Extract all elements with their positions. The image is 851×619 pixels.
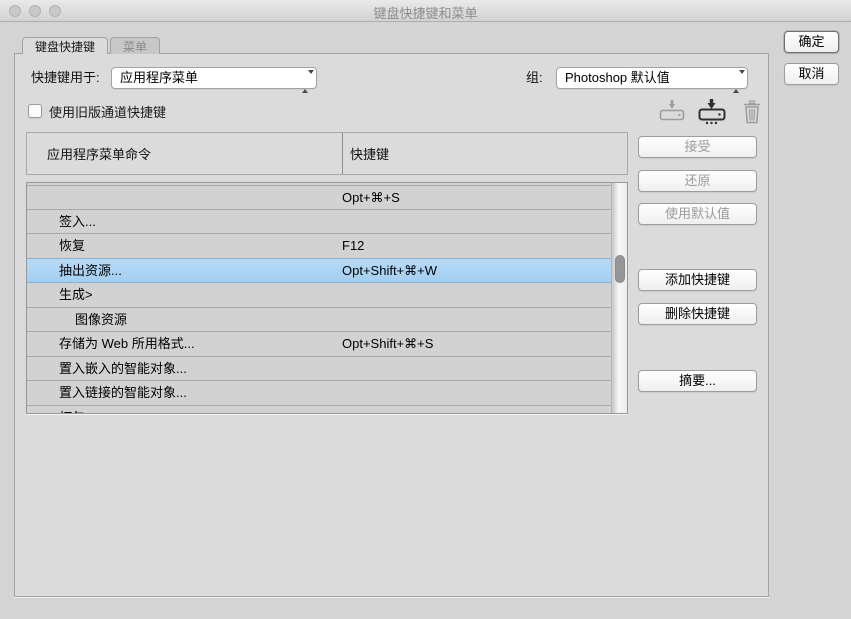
- shortcut-cell: F12: [342, 234, 364, 258]
- delete-set-icon[interactable]: [736, 99, 768, 125]
- chevron-updown-icon: [733, 72, 740, 92]
- shortcut-cell: Opt+Shift+⌘+S: [342, 332, 433, 356]
- command-column-header: 应用程序菜单命令: [47, 133, 151, 176]
- cancel-button[interactable]: 取消: [784, 63, 839, 85]
- table-row[interactable]: 存储为 Web 所用格式... Opt+Shift+⌘+S: [27, 332, 627, 357]
- undo-button[interactable]: 还原: [638, 170, 757, 192]
- table-header: 应用程序菜单命令 快捷键: [26, 132, 628, 175]
- shortcut-cell: Opt+Shift+⌘+W: [342, 259, 437, 283]
- save-set-icon[interactable]: [656, 99, 688, 125]
- shortcut-cell: Opt+⌘+S: [342, 186, 400, 210]
- table-row[interactable]: Opt+⌘+S: [27, 185, 627, 210]
- scrollbar-thumb[interactable]: [615, 255, 625, 283]
- set-label: 组:: [526, 67, 543, 89]
- legacy-shortcuts-label: 使用旧版通道快捷键: [49, 102, 166, 121]
- command-cell: 恢复: [59, 234, 85, 258]
- summarize-button[interactable]: 摘要...: [638, 370, 757, 392]
- set-value: Photoshop 默认值: [565, 70, 670, 85]
- table-row[interactable]: 打包...: [27, 406, 627, 414]
- shortcut-list: Opt+⌘+S 签入... 恢复 F12 抽出资源... Opt+Shift+⌘…: [26, 182, 628, 414]
- dialog-panel: 快捷键用于: 应用程序菜单 组: Photoshop 默认值 使用旧版通道快捷键: [14, 53, 769, 597]
- legacy-shortcuts-row: 使用旧版通道快捷键: [28, 103, 166, 119]
- table-row[interactable]: 生成>: [27, 283, 627, 308]
- shortcut-column-header: 快捷键: [350, 133, 389, 176]
- table-row[interactable]: 置入嵌入的智能对象...: [27, 357, 627, 382]
- command-cell: 生成>: [59, 283, 93, 307]
- legacy-shortcuts-checkbox[interactable]: [28, 104, 42, 118]
- command-cell: 置入嵌入的智能对象...: [59, 357, 187, 381]
- accept-button[interactable]: 接受: [638, 136, 757, 158]
- window-title: 键盘快捷键和菜单: [0, 3, 851, 22]
- tab-bar: 键盘快捷键 菜单: [22, 37, 162, 54]
- add-shortcut-button[interactable]: 添加快捷键: [638, 269, 757, 291]
- table-row[interactable]: 图像资源: [27, 308, 627, 333]
- vertical-scrollbar[interactable]: [611, 183, 627, 413]
- command-cell: 置入链接的智能对象...: [59, 381, 187, 405]
- command-cell: 签入...: [59, 210, 96, 234]
- table-row[interactable]: 恢复 F12: [27, 234, 627, 259]
- tab-menus[interactable]: 菜单: [110, 37, 160, 54]
- set-select[interactable]: Photoshop 默认值: [556, 67, 748, 89]
- command-cell: 存储为 Web 所用格式...: [59, 332, 195, 356]
- table-row[interactable]: 签入...: [27, 210, 627, 235]
- save-new-set-icon[interactable]: [696, 99, 728, 125]
- table-row[interactable]: 抽出资源... Opt+Shift+⌘+W: [27, 258, 627, 284]
- delete-shortcut-button[interactable]: 删除快捷键: [638, 303, 757, 325]
- shortcuts-for-value: 应用程序菜单: [120, 70, 198, 85]
- command-cell: 打包...: [59, 406, 96, 414]
- shortcut-list-rows: Opt+⌘+S 签入... 恢复 F12 抽出资源... Opt+Shift+⌘…: [27, 185, 627, 413]
- tab-keyboard-shortcuts[interactable]: 键盘快捷键: [22, 37, 108, 54]
- ok-button[interactable]: 确定: [784, 31, 839, 53]
- set-actions: [656, 98, 768, 126]
- shortcuts-for-select[interactable]: 应用程序菜单: [111, 67, 317, 89]
- command-cell: 抽出资源...: [59, 259, 122, 283]
- table-row[interactable]: 置入链接的智能对象...: [27, 381, 627, 406]
- shortcuts-for-label: 快捷键用于:: [31, 67, 100, 89]
- command-cell: 图像资源: [75, 308, 127, 332]
- use-default-button[interactable]: 使用默认值: [638, 203, 757, 225]
- chevron-updown-icon: [302, 72, 309, 92]
- column-divider: [342, 133, 343, 174]
- title-bar: 键盘快捷键和菜单: [0, 0, 851, 22]
